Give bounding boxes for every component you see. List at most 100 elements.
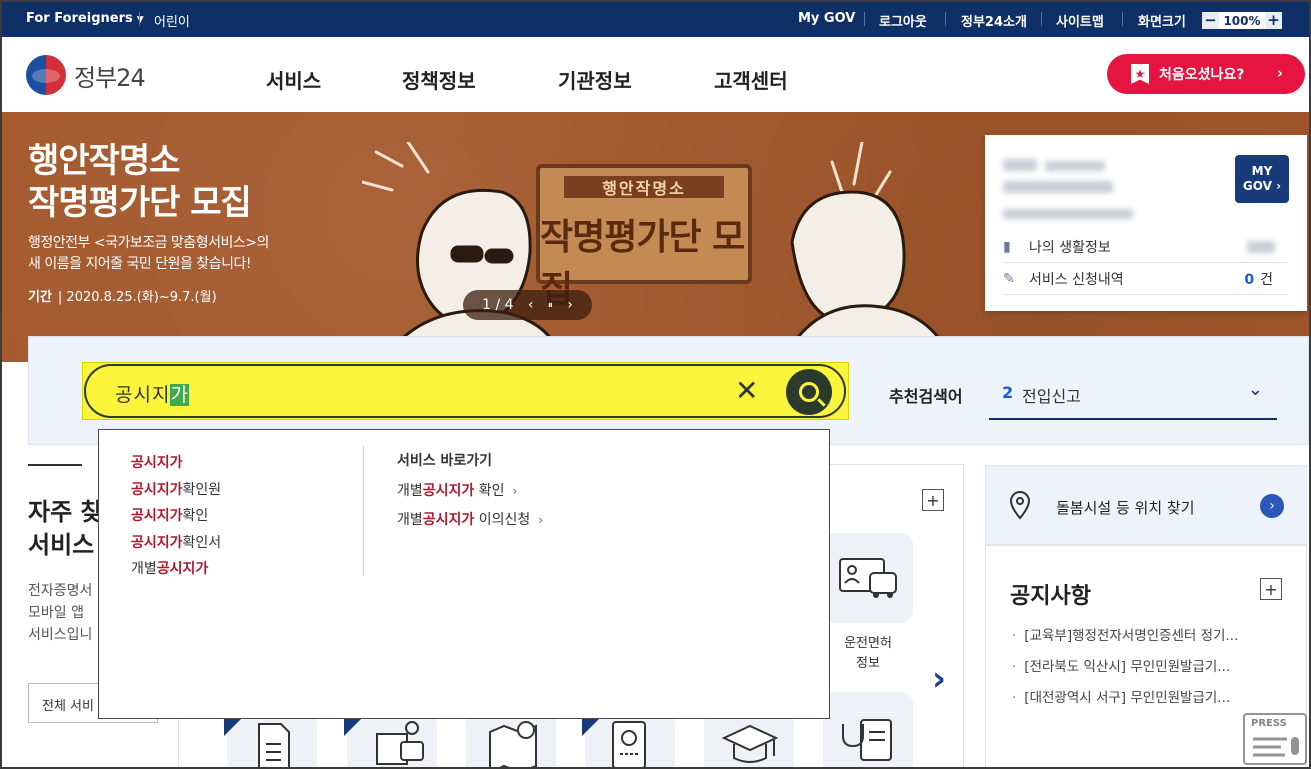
intro-link[interactable]: 정부24소개: [961, 11, 1027, 30]
taegeuk-logo-icon: [26, 55, 66, 95]
recommended-keyword-dropdown[interactable]: 2 전입신고 ⌄: [989, 370, 1277, 420]
logout-link[interactable]: 로그아웃: [879, 11, 927, 30]
care-facility-finder[interactable]: 돌봄시설 등 위치 찾기 ›: [985, 465, 1307, 545]
banner-desc-line2: 새 이름을 지어줄 국민 단원을 찾습니다!: [28, 256, 251, 272]
search-query-plain: 공시지: [115, 384, 171, 406]
search-icon: [799, 382, 819, 402]
life-info-row[interactable]: ▮ 나의 생활정보: [1003, 231, 1287, 263]
service-tile[interactable]: [227, 712, 317, 767]
service-tile[interactable]: [466, 712, 556, 767]
shortcuts-title: 서비스 바로가기: [397, 453, 493, 469]
pencil-icon: ✎: [1003, 270, 1015, 287]
care-facility-label: 돌봄시설 등 위치 찾기: [1056, 499, 1195, 517]
frequent-desc-line3: 서비스입니: [28, 627, 93, 643]
zoom-out-button[interactable]: −: [1202, 12, 1219, 29]
suggestion-item[interactable]: 공시지가확인서: [131, 530, 221, 557]
service-tile[interactable]: [823, 692, 913, 767]
recommended-keyword[interactable]: 전입신고: [1022, 383, 1081, 407]
next-slide-button[interactable]: ›: [567, 297, 573, 313]
shortcut-prefix: 개별: [397, 512, 423, 528]
kids-link[interactable]: 어린이: [154, 11, 190, 30]
more-services-button[interactable]: +: [922, 489, 944, 511]
zoom-in-button[interactable]: +: [1265, 12, 1282, 29]
service-tile[interactable]: [704, 712, 794, 767]
banner-title: 행안작명소 작명평가단 모집: [28, 140, 252, 224]
frequent-desc-line2: 모바일 앱: [28, 605, 84, 621]
suggestion-suffix: 확인: [182, 508, 209, 524]
prev-slide-button[interactable]: ‹: [528, 297, 534, 313]
chevron-down-icon[interactable]: ⌄: [1248, 379, 1263, 400]
search-button[interactable]: [786, 369, 832, 415]
search-input[interactable]: [84, 364, 846, 418]
notice-item[interactable]: [전라북도 익산시] 무인민원발급기...: [1012, 657, 1238, 688]
shortcut-suffix: 확인: [474, 483, 505, 499]
tile-label-line1: 운전면허: [844, 636, 892, 651]
screen-size-label: 화면크기: [1138, 15, 1186, 30]
search-query-text[interactable]: 공시지가: [115, 380, 189, 407]
utility-bar: For Foreigners ▼ 어린이 My GOV 로그아웃 정부24소개 사…: [2, 2, 1309, 37]
site-logo[interactable]: 정부24: [26, 55, 146, 95]
notice-title: 공지사항: [1010, 584, 1091, 609]
blurred-user-name: [1045, 161, 1105, 171]
care-facility-go-button[interactable]: ›: [1260, 494, 1284, 518]
document-icon: [258, 723, 290, 767]
press-document-icon: [1253, 737, 1299, 757]
suggestion-item[interactable]: 공시지가: [131, 450, 221, 477]
suggestion-suffix: 확인원: [182, 481, 222, 498]
mygov-link[interactable]: My GOV: [798, 11, 855, 26]
clear-search-button[interactable]: ✕: [735, 377, 758, 405]
service-tile-label: 운전면허정보: [818, 634, 918, 674]
graduation-cap-icon: [721, 724, 779, 763]
suggestion-item[interactable]: 공시지가확인원: [131, 477, 221, 504]
shortcut-link[interactable]: 개별공시지가 확인 ›: [397, 480, 543, 509]
suggestion-suffix: 확인서: [182, 534, 222, 551]
notice-item[interactable]: [교육부]행정전자서명인증센터 정기...: [1012, 626, 1238, 657]
chevron-right-icon: ›: [512, 484, 518, 498]
nav-services[interactable]: 서비스: [266, 65, 321, 94]
driver-license-icon: [839, 558, 897, 598]
divider: [1041, 12, 1042, 26]
application-count-unit: 건: [1260, 271, 1273, 288]
nav-policy[interactable]: 정책정보: [402, 65, 476, 94]
application-history-row[interactable]: ✎ 서비스 신청내역 0건: [1003, 263, 1287, 295]
mygov-label-line2: GOV ›: [1242, 179, 1282, 193]
nav-agency[interactable]: 기관정보: [558, 65, 632, 94]
service-tile[interactable]: [347, 712, 437, 767]
sitemap-link[interactable]: 사이트맵: [1056, 11, 1104, 30]
nav-support[interactable]: 고객센터: [714, 65, 788, 94]
autocomplete-divider: [363, 446, 364, 576]
shortcut-match: 공시지가: [422, 512, 475, 528]
mygov-button[interactable]: MY GOV ›: [1235, 155, 1289, 203]
press-widget[interactable]: PRESS: [1243, 713, 1307, 765]
application-count-value: 0: [1244, 271, 1255, 288]
first-visit-button[interactable]: ★ 처음오셨나요? ›: [1107, 54, 1305, 94]
more-notices-button[interactable]: +: [1260, 578, 1282, 600]
divider: [945, 12, 946, 26]
service-tile-driver-license[interactable]: [823, 533, 913, 623]
suggestion-match: 공시지가: [156, 561, 209, 577]
next-tiles-button[interactable]: ›: [932, 659, 946, 699]
for-foreigners-label: For Foreigners: [26, 11, 133, 26]
suggestion-item[interactable]: 공시지가확인: [131, 503, 221, 530]
service-shortcuts: 서비스 바로가기 개별공시지가 확인 › 개별공시지가 이의신청 ›: [397, 450, 543, 538]
shortcut-link[interactable]: 개별공시지가 이의신청 ›: [397, 509, 543, 538]
tile-label-line2: 정보: [856, 656, 880, 671]
site-header: 정부24 서비스 정책정보 기관정보 고객센터 ★ 처음오셨나요? ›: [2, 37, 1309, 112]
section-rule: [28, 464, 82, 466]
logo-text: 정부24: [74, 63, 146, 92]
map-search-icon: [489, 721, 537, 767]
shortcut-match: 공시지가: [422, 483, 475, 499]
pause-slide-button[interactable]: ⏸: [548, 300, 553, 311]
slide-indicator: 1 / 4: [482, 297, 514, 313]
banner-title-line1: 행안작명소: [28, 141, 180, 181]
suggestion-item[interactable]: 개별공시지가: [131, 556, 221, 583]
service-tile[interactable]: [585, 712, 675, 767]
application-history-label: 서비스 신청내역: [1029, 271, 1124, 288]
mygov-label-line1: MY: [1251, 164, 1273, 178]
suggestion-list: 공시지가 공시지가확인원 공시지가확인 공시지가확인서 개별공시지가: [131, 450, 221, 583]
blurred-user-info: [1003, 209, 1133, 219]
banner-period: 기간 | 2020.8.25.(화)~9.7.(월): [28, 286, 217, 305]
notice-item[interactable]: [대전광역시 서구] 무인민원발급기...: [1012, 688, 1238, 719]
for-foreigners-menu[interactable]: For Foreigners ▼: [26, 11, 144, 26]
press-label: PRESS: [1251, 718, 1287, 729]
